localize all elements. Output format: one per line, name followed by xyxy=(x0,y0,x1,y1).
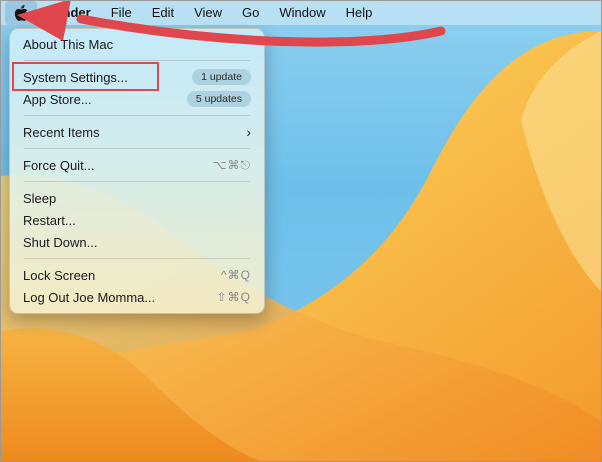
menu-finder[interactable]: Finder xyxy=(37,1,101,25)
update-badge: 1 update xyxy=(192,69,251,85)
apple-logo-icon xyxy=(14,5,28,21)
menu-item-shut-down[interactable]: Shut Down... xyxy=(15,231,259,253)
system-settings-highlight-box xyxy=(12,62,159,91)
menu-bar: Finder File Edit View Go Window Help xyxy=(1,1,601,25)
menu-item-recent-items[interactable]: Recent Items › xyxy=(15,121,259,143)
menu-item-label: Shut Down... xyxy=(23,234,98,250)
menu-help[interactable]: Help xyxy=(336,1,383,25)
menu-separator xyxy=(24,258,250,259)
menu-item-force-quit[interactable]: Force Quit... ⌥⌘⎋ xyxy=(15,154,259,176)
chevron-right-icon: › xyxy=(246,124,251,140)
menu-window[interactable]: Window xyxy=(269,1,335,25)
update-badge: 5 updates xyxy=(186,91,251,107)
screenshot-frame: Finder File Edit View Go Window Help Abo… xyxy=(0,0,602,462)
menu-edit[interactable]: Edit xyxy=(142,1,184,25)
menu-item-label: Log Out Joe Momma... xyxy=(23,289,156,305)
menu-item-label: Recent Items xyxy=(23,124,100,140)
apple-menu-button[interactable] xyxy=(5,1,37,25)
menu-item-restart[interactable]: Restart... xyxy=(15,209,259,231)
menu-item-app-store[interactable]: App Store... 5 updates xyxy=(15,88,259,110)
menu-item-sleep[interactable]: Sleep xyxy=(15,187,259,209)
menu-item-label: Force Quit... xyxy=(23,157,95,173)
menu-item-label: Lock Screen xyxy=(23,267,96,283)
menu-go[interactable]: Go xyxy=(232,1,269,25)
menu-file[interactable]: File xyxy=(101,1,142,25)
menu-separator xyxy=(24,181,250,182)
keyboard-shortcut: ⌥⌘⎋ xyxy=(212,157,251,172)
menu-separator xyxy=(24,148,250,149)
keyboard-shortcut: ⇧⌘Q xyxy=(216,290,251,304)
menu-separator xyxy=(24,60,250,61)
menu-separator xyxy=(24,115,250,116)
menu-item-lock-screen[interactable]: Lock Screen ^⌘Q xyxy=(15,264,259,286)
menu-item-label: About This Mac xyxy=(23,36,114,52)
menu-item-about[interactable]: About This Mac xyxy=(15,33,259,55)
menu-item-label: App Store... xyxy=(23,91,92,107)
keyboard-shortcut: ^⌘Q xyxy=(221,268,251,282)
menu-item-label: Sleep xyxy=(23,190,57,206)
menu-view[interactable]: View xyxy=(184,1,232,25)
menu-item-log-out[interactable]: Log Out Joe Momma... ⇧⌘Q xyxy=(15,286,259,308)
menu-item-label: Restart... xyxy=(23,212,76,228)
